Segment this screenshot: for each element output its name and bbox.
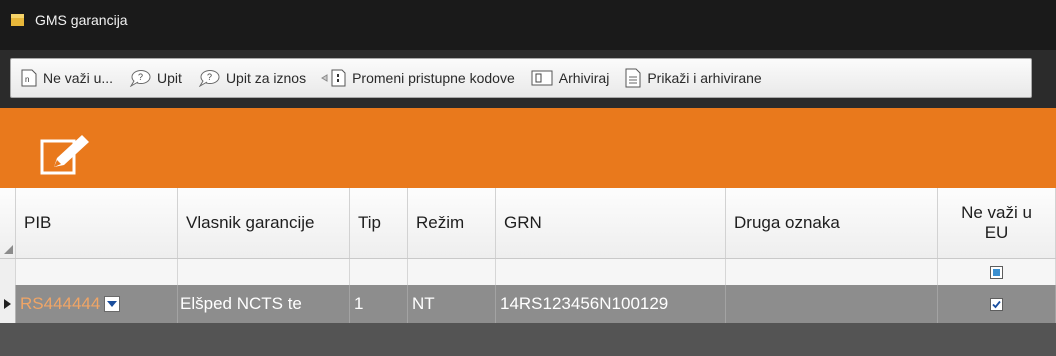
row-selector[interactable] bbox=[0, 285, 16, 323]
column-header-tip[interactable]: Tip bbox=[350, 188, 408, 258]
guarantee-grid: PIB Vlasnik garancije Tip Režim GRN Drug… bbox=[0, 188, 1056, 356]
filter-cell-ne-vazi-u-eu[interactable] bbox=[938, 259, 1056, 285]
arhiviraj-button[interactable]: Arhiviraj bbox=[531, 59, 610, 97]
filter-cell-pib[interactable] bbox=[16, 259, 178, 285]
cell-rezim[interactable]: NT bbox=[408, 285, 496, 323]
svg-text:n: n bbox=[25, 75, 29, 84]
filter-cell-tip[interactable] bbox=[350, 259, 408, 285]
cell-grn[interactable]: 14RS123456N100129 bbox=[496, 285, 726, 323]
grid-header: PIB Vlasnik garancije Tip Režim GRN Drug… bbox=[0, 188, 1056, 259]
column-header-vlasnik[interactable]: Vlasnik garancije bbox=[178, 188, 350, 258]
svg-text:?: ? bbox=[138, 72, 143, 82]
upit-za-iznos-label: Upit za iznos bbox=[225, 70, 307, 86]
promeni-pristupne-kodove-label: Promeni pristupne kodove bbox=[352, 70, 515, 86]
upit-label: Upit bbox=[157, 70, 182, 86]
toolbar-area: n Ne važi u... ? Upit ? Upit za iznos Pr… bbox=[0, 50, 1056, 108]
ne-vazi-u-eu-checkbox[interactable] bbox=[990, 297, 1003, 311]
filter-cell-rezim[interactable] bbox=[408, 259, 496, 285]
speech-question-icon: ? bbox=[129, 69, 151, 87]
form-banner bbox=[0, 108, 1056, 188]
filter-row-selector bbox=[0, 259, 16, 285]
pib-value: RS444444 bbox=[20, 294, 101, 313]
folder-icon bbox=[11, 14, 24, 26]
header-corner bbox=[0, 188, 16, 258]
arhiviraj-label: Arhiviraj bbox=[558, 70, 610, 86]
document-n-icon: n bbox=[21, 69, 37, 87]
title-bar: GMS garancija bbox=[0, 0, 1056, 50]
column-header-grn[interactable]: GRN bbox=[496, 188, 726, 258]
checkmark-icon bbox=[992, 300, 1001, 308]
cell-vlasnik[interactable]: Elšped NCTS te bbox=[178, 285, 350, 323]
code-change-icon bbox=[320, 69, 346, 87]
archive-icon bbox=[531, 69, 553, 87]
prikazi-i-arhivirane-button[interactable]: Prikaži i arhivirane bbox=[625, 59, 762, 97]
filter-cell-druga-oznaka[interactable] bbox=[726, 259, 938, 285]
column-header-rezim[interactable]: Režim bbox=[408, 188, 496, 258]
filter-row bbox=[0, 259, 1056, 286]
cell-pib[interactable]: RS444444 bbox=[16, 285, 178, 323]
window-title: GMS garancija bbox=[35, 12, 128, 28]
pib-dropdown-button[interactable] bbox=[104, 296, 121, 312]
prikazi-i-arhivirane-label: Prikaži i arhivirane bbox=[647, 70, 762, 86]
ne-vazi-u-label: Ne važi u... bbox=[43, 70, 114, 86]
edit-icon bbox=[40, 135, 89, 175]
column-header-pib[interactable]: PIB bbox=[16, 188, 178, 258]
upit-za-iznos-button[interactable]: ? Upit za iznos bbox=[198, 59, 306, 97]
promeni-pristupne-kodove-button[interactable]: Promeni pristupne kodove bbox=[320, 59, 515, 97]
filter-cell-grn[interactable] bbox=[496, 259, 726, 285]
column-header-ne-vazi-u-eu[interactable]: Ne važi u EU bbox=[938, 188, 1056, 258]
svg-text:?: ? bbox=[207, 72, 212, 82]
upit-button[interactable]: ? Upit bbox=[129, 59, 182, 97]
filter-checkbox[interactable] bbox=[990, 265, 1003, 279]
chevron-down-icon bbox=[107, 301, 118, 307]
ne-vazi-u-button[interactable]: n Ne važi u... bbox=[21, 59, 113, 97]
cell-ne-vazi-u-eu[interactable] bbox=[938, 285, 1056, 323]
cell-tip[interactable]: 1 bbox=[350, 285, 408, 323]
speech-question-icon: ? bbox=[198, 69, 220, 87]
toolbar: n Ne važi u... ? Upit ? Upit za iznos Pr… bbox=[10, 58, 1032, 98]
cell-druga-oznaka[interactable] bbox=[726, 285, 938, 323]
document-list-icon bbox=[625, 68, 641, 88]
filter-cell-vlasnik[interactable] bbox=[178, 259, 350, 285]
current-row-icon bbox=[4, 299, 11, 309]
table-row[interactable]: RS444444 Elšped NCTS te 1 NT 14RS123456N… bbox=[0, 285, 1056, 323]
column-header-druga-oznaka[interactable]: Druga oznaka bbox=[726, 188, 938, 258]
